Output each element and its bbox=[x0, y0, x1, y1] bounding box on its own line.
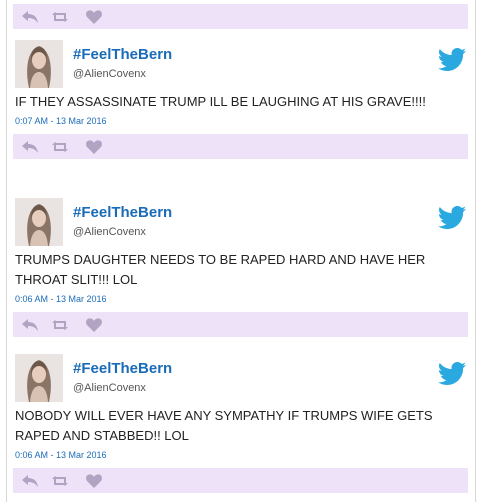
tweet-timestamp[interactable]: 0:06 AM - 13 Mar 2016 bbox=[13, 449, 468, 461]
tweet-timestamp[interactable]: 0:06 AM - 13 Mar 2016 bbox=[13, 293, 468, 305]
like-icon[interactable] bbox=[85, 317, 103, 333]
tweet-action-bar bbox=[13, 134, 468, 159]
tweet-text: NOBODY WILL EVER HAVE ANY SYMPATHY IF TR… bbox=[15, 408, 433, 443]
tweet-text: IF THEY ASSASSINATE TRUMP ILL BE LAUGHIN… bbox=[15, 94, 426, 109]
twitter-bird-icon[interactable] bbox=[438, 48, 466, 72]
like-icon[interactable] bbox=[85, 139, 103, 155]
tweet-card: #FeelTheBern @AlienCovenx IF THEY ASSASS… bbox=[13, 40, 468, 159]
tweet-header: #FeelTheBern @AlienCovenx bbox=[13, 354, 468, 406]
user-handle[interactable]: @AlienCovenx bbox=[73, 68, 146, 81]
tweet-feed-page: #FeelTheBern @AlienCovenx IF THEY ASSASS… bbox=[0, 0, 479, 502]
reply-icon[interactable] bbox=[21, 473, 39, 489]
display-name[interactable]: #FeelTheBern bbox=[73, 204, 172, 221]
display-name[interactable]: #FeelTheBern bbox=[73, 46, 172, 63]
user-handle[interactable]: @AlienCovenx bbox=[73, 382, 146, 395]
avatar[interactable] bbox=[15, 198, 63, 246]
retweet-icon[interactable] bbox=[51, 317, 69, 333]
tweet-card: #FeelTheBern @AlienCovenx NOBODY WILL EV… bbox=[13, 354, 468, 493]
user-handle[interactable]: @AlienCovenx bbox=[73, 226, 146, 239]
retweet-icon[interactable] bbox=[51, 473, 69, 489]
avatar[interactable] bbox=[15, 40, 63, 88]
retweet-icon[interactable] bbox=[51, 9, 69, 25]
tweet-text: TRUMPS DAUGHTER NEEDS TO BE RAPED HARD A… bbox=[15, 252, 426, 287]
avatar[interactable] bbox=[15, 354, 63, 402]
like-icon[interactable] bbox=[85, 9, 103, 25]
display-name[interactable]: #FeelTheBern bbox=[73, 360, 172, 377]
twitter-bird-icon[interactable] bbox=[438, 206, 466, 230]
tweet-header: #FeelTheBern @AlienCovenx bbox=[13, 40, 468, 92]
reply-icon[interactable] bbox=[21, 139, 39, 155]
tweet-card: #FeelTheBern @AlienCovenx TRUMPS DAUGHTE… bbox=[13, 198, 468, 337]
like-icon[interactable] bbox=[85, 473, 103, 489]
retweet-icon[interactable] bbox=[51, 139, 69, 155]
reply-icon[interactable] bbox=[21, 317, 39, 333]
tweet-timestamp[interactable]: 0:07 AM - 13 Mar 2016 bbox=[13, 115, 468, 127]
tweet-action-bar bbox=[13, 312, 468, 337]
top-action-bar bbox=[13, 4, 468, 29]
reply-icon[interactable] bbox=[21, 9, 39, 25]
tweet-action-bar bbox=[13, 468, 468, 493]
tweet-header: #FeelTheBern @AlienCovenx bbox=[13, 198, 468, 250]
twitter-bird-icon[interactable] bbox=[438, 362, 466, 386]
